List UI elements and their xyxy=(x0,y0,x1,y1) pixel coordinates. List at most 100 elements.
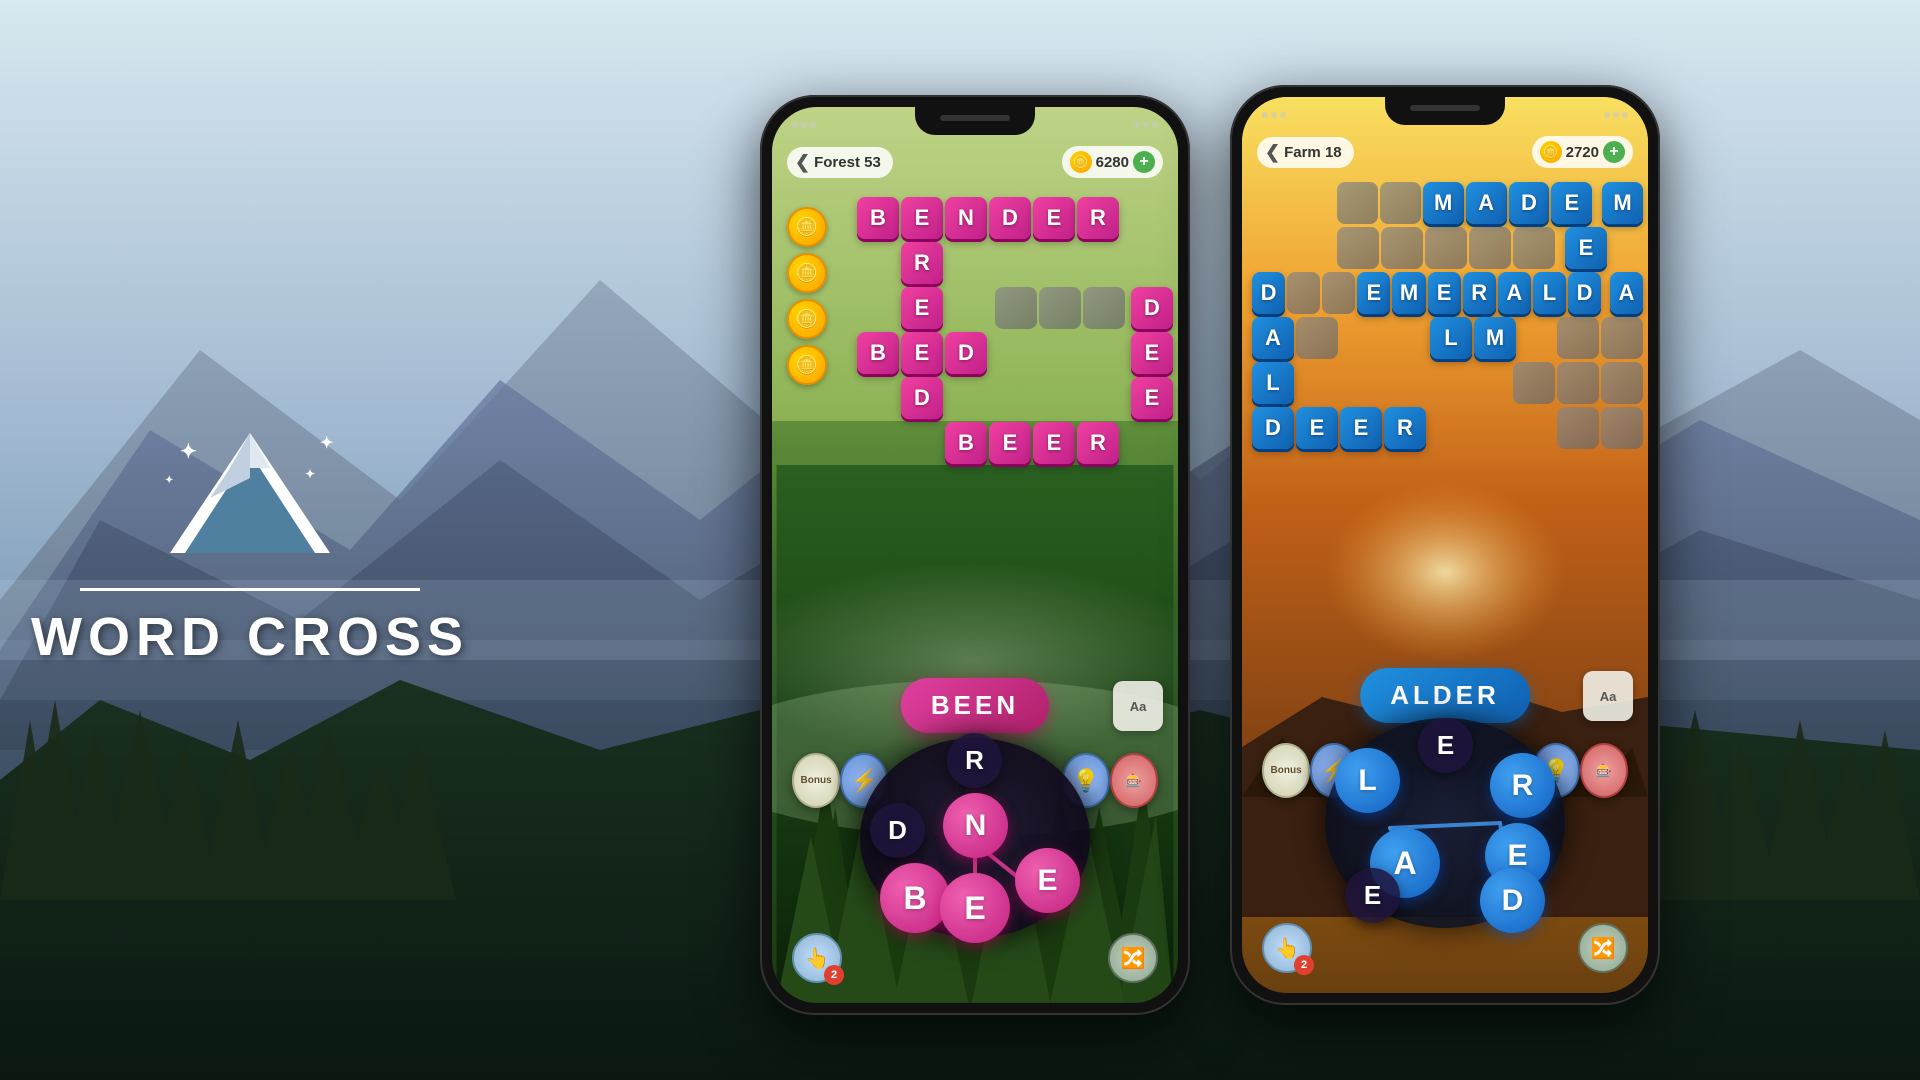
logo-divider xyxy=(80,588,420,591)
status-dot xyxy=(1143,122,1149,128)
gray-tile xyxy=(1425,227,1467,269)
tile-E: E xyxy=(1551,182,1592,224)
crossword-grid-2: M A D E M E xyxy=(1247,182,1643,452)
logo-text: WORD CROSS xyxy=(31,606,469,668)
tile-L-lm: L xyxy=(1430,317,1472,359)
bonus2-button[interactable]: 🎰 xyxy=(1110,753,1158,808)
tile-E2-deer2: E xyxy=(1340,407,1382,449)
tile-L2: L xyxy=(1252,362,1294,404)
tile-B2: B xyxy=(945,422,987,464)
tile-D-deer2: D xyxy=(1252,407,1294,449)
tile-B: B xyxy=(857,197,899,239)
tile-E-em: E xyxy=(1357,272,1390,314)
tile-A2: A xyxy=(1252,317,1294,359)
row-made: M A D E M xyxy=(1337,182,1643,224)
tile-D-dal: D xyxy=(1252,272,1285,314)
status-dot xyxy=(1262,112,1268,118)
back-button[interactable]: ❮ Forest 53 xyxy=(787,147,893,178)
phone2: ❮ Farm 18 🪙 2720 + M A D E xyxy=(1230,85,1660,1005)
word-d-row: D E xyxy=(901,377,1173,419)
tile-D-em: D xyxy=(1568,272,1601,314)
level-label-2: Farm 18 xyxy=(1284,144,1342,161)
letter-E2-p2[interactable]: E xyxy=(1345,868,1400,923)
bonus2-icon-2: 🎰 xyxy=(1596,763,1612,779)
gray-tile xyxy=(1601,362,1643,404)
phone2-screen: ❮ Farm 18 🪙 2720 + M A D E xyxy=(1242,97,1648,993)
tile-E-medal: E xyxy=(1565,227,1607,269)
logo-container: ✦ ✦ ✦ ✦ WORD CROSS xyxy=(31,413,469,668)
add-coins-button-2[interactable]: + xyxy=(1603,141,1625,163)
letter-R[interactable]: R xyxy=(947,733,1002,788)
hint-icon-2: 👆 xyxy=(1275,936,1300,961)
dictionary-button-2[interactable]: Aa xyxy=(1583,671,1633,721)
phone1-notch xyxy=(915,107,1035,135)
letter-E-p2[interactable]: E xyxy=(1418,718,1473,773)
letter-N-selected[interactable]: N xyxy=(943,793,1008,858)
tile-D2: D xyxy=(901,377,943,419)
word-bed-e-row: E D xyxy=(901,287,1173,329)
shuffle-button-2[interactable]: 🔀 xyxy=(1578,923,1628,973)
hint-icon: 👆 xyxy=(805,946,830,971)
tile-L-em: L xyxy=(1533,272,1566,314)
bonus-label-2: Bonus xyxy=(1271,765,1302,776)
svg-text:✦: ✦ xyxy=(305,467,315,481)
status-dot xyxy=(810,122,816,128)
coin-stack-item: 🪙 xyxy=(787,207,827,247)
tile-D: D xyxy=(989,197,1031,239)
tile-D: D xyxy=(1509,182,1550,224)
tile-E-deer: E xyxy=(1131,332,1173,374)
letter-D[interactable]: D xyxy=(870,803,925,858)
bonus-button-2[interactable]: Bonus xyxy=(1262,743,1310,798)
dictionary-icon-2: Aa xyxy=(1600,689,1617,704)
coins-display-2: 🪙 2720 + xyxy=(1532,136,1633,168)
row-l: L xyxy=(1252,362,1643,404)
status-dot xyxy=(1280,112,1286,118)
letter-L-p2-selected[interactable]: L xyxy=(1335,748,1400,813)
hint-button[interactable]: 👆 2 xyxy=(792,933,842,983)
add-coins-button[interactable]: + xyxy=(1133,151,1155,173)
status-dots-right xyxy=(1604,112,1628,118)
shuffle-button[interactable]: 🔀 xyxy=(1108,933,1158,983)
hint-badge: 2 xyxy=(824,965,844,985)
status-dot xyxy=(1604,112,1610,118)
status-dots-left xyxy=(1262,112,1286,118)
tile-A-medal: A xyxy=(1610,272,1643,314)
row-medal-e: E xyxy=(1337,227,1643,269)
left-panel: ✦ ✦ ✦ ✦ WORD CROSS xyxy=(0,0,500,1080)
gray-tile xyxy=(1039,287,1081,329)
gray-tile xyxy=(1601,407,1643,449)
letter-B-selected[interactable]: B xyxy=(880,863,950,933)
tile-A: A xyxy=(1466,182,1507,224)
letter-E2-selected[interactable]: E xyxy=(1015,848,1080,913)
hint-button-2[interactable]: 👆 2 xyxy=(1262,923,1312,973)
coin-stack: 🪙 🪙 🪙 🪙 xyxy=(787,207,827,385)
status-dots-right xyxy=(1134,122,1158,128)
shuffle-icon: 🔀 xyxy=(1121,946,1146,971)
tile-R: R xyxy=(1077,197,1119,239)
bonus-button[interactable]: Bonus xyxy=(792,753,840,808)
level-label: Forest 53 xyxy=(814,154,881,171)
tile-N: N xyxy=(945,197,987,239)
tile-R: R xyxy=(901,242,943,284)
bonus2-icon: 🎰 xyxy=(1126,773,1142,789)
phone2-speaker xyxy=(1410,105,1480,111)
dictionary-button[interactable]: Aa xyxy=(1113,681,1163,731)
svg-text:✦: ✦ xyxy=(165,475,173,486)
tile-E: E xyxy=(1033,197,1075,239)
coins-amount-2: 2720 xyxy=(1566,144,1599,161)
gray-tile xyxy=(1557,362,1599,404)
svg-text:✦: ✦ xyxy=(320,435,333,452)
tile-D: D xyxy=(945,332,987,374)
bonus2-button-2[interactable]: 🎰 xyxy=(1580,743,1628,798)
letter-circle-1: R D N B E E xyxy=(850,728,1100,948)
word-bender-row: B E N D E R xyxy=(857,197,1173,239)
back-button-2[interactable]: ❮ Farm 18 xyxy=(1257,137,1354,168)
letter-R-p2-selected[interactable]: R xyxy=(1490,753,1555,818)
svg-text:✦: ✦ xyxy=(180,441,197,463)
phones-container: ❮ Forest 53 🪙 6280 + 🪙 🪙 🪙 🪙 xyxy=(500,0,1920,1080)
tile-R-deer2: R xyxy=(1384,407,1426,449)
coin-stack-item: 🪙 xyxy=(787,345,827,385)
status-dot xyxy=(1613,112,1619,118)
coin-icon: 🪙 xyxy=(1070,151,1092,173)
word-br-row: R xyxy=(901,242,1173,284)
